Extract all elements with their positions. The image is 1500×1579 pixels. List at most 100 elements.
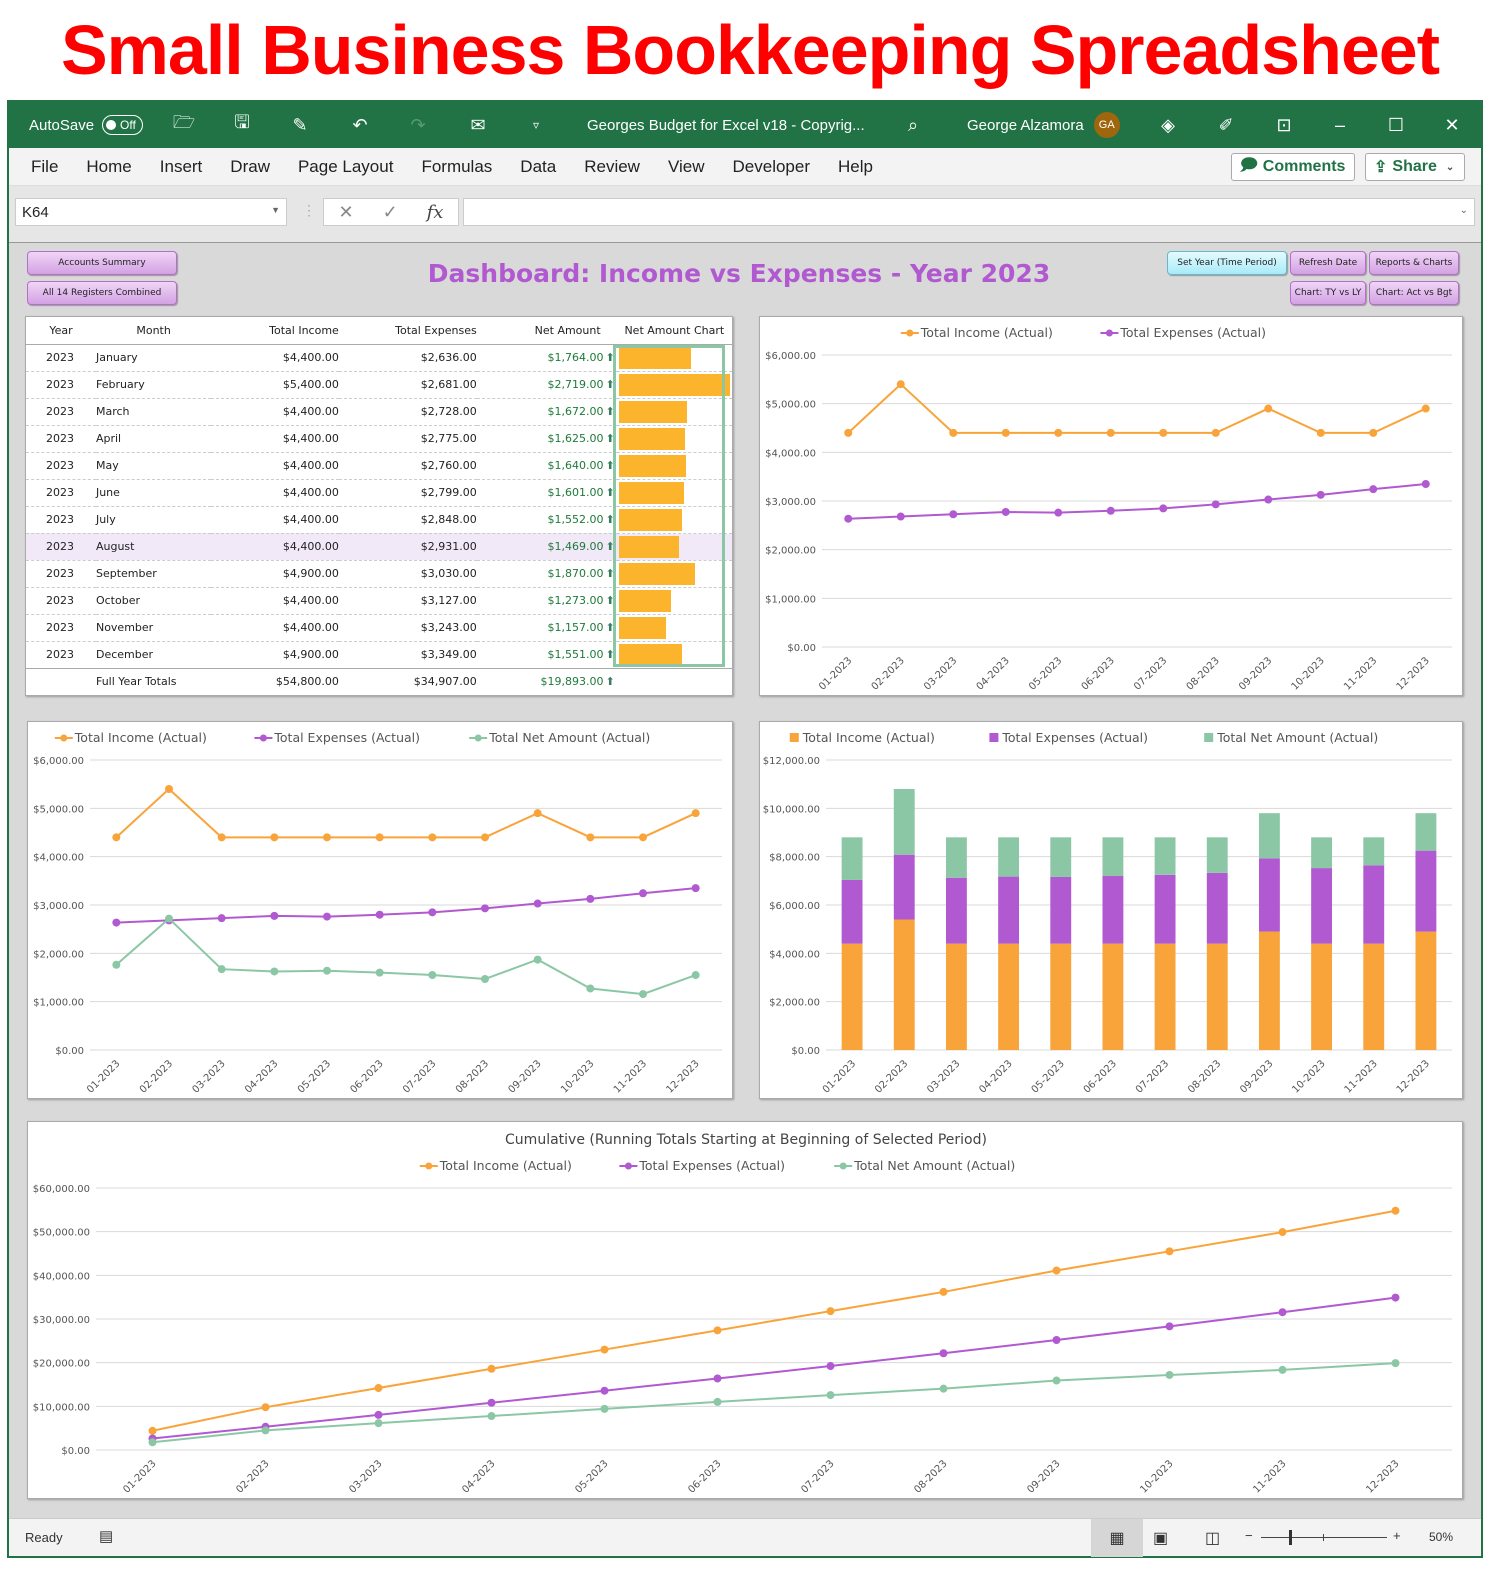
cell-net[interactable]: $1,640.00 ⬆ <box>476 452 617 480</box>
cell-income[interactable]: $4,400.00 <box>211 344 339 372</box>
menu-help[interactable]: Help <box>838 157 873 177</box>
menu-page-layout[interactable]: Page Layout <box>298 157 393 177</box>
cell-expenses[interactable]: $2,760.00 <box>338 452 477 480</box>
chart-ty-ly-button[interactable]: Chart: TY vs LY <box>1290 281 1366 305</box>
cell-net-chart[interactable] <box>616 398 732 426</box>
cell-year[interactable]: 2023 <box>26 560 96 588</box>
cell-income[interactable]: $4,400.00 <box>211 398 339 426</box>
cell-month[interactable]: June <box>95 479 212 507</box>
cell-net-chart[interactable] <box>616 506 732 534</box>
autosave[interactable]: AutoSave Off <box>29 102 143 148</box>
table-row[interactable]: 2023 May $4,400.00 $2,760.00 $1,640.00 ⬆ <box>26 452 732 480</box>
ribbon-display-icon[interactable]: ⊡ <box>1273 114 1295 136</box>
menu-review[interactable]: Review <box>584 157 640 177</box>
menu-home[interactable]: Home <box>86 157 131 177</box>
reports-charts-button[interactable]: Reports & Charts <box>1369 251 1459 275</box>
table-row[interactable]: 2023 March $4,400.00 $2,728.00 $1,672.00 ⬆ <box>26 398 732 426</box>
table-row[interactable]: 2023 October $4,400.00 $3,127.00 $1,273.00 ⬆ <box>26 587 732 615</box>
page-break-view-icon[interactable]: ◫ <box>1205 1528 1220 1548</box>
save-as-icon[interactable]: ✎ <box>289 114 311 136</box>
table-row[interactable]: 2023 February $5,400.00 $2,681.00 $2,719.00 ⬆ <box>26 371 732 399</box>
cell-net-chart[interactable] <box>616 587 732 615</box>
cell-net[interactable]: $1,157.00 ⬆ <box>476 614 617 642</box>
cell-month[interactable]: October <box>95 587 212 615</box>
cell-income[interactable]: $4,900.00 <box>211 641 339 669</box>
cell-income[interactable]: $4,400.00 <box>211 452 339 480</box>
menu-view[interactable]: View <box>668 157 705 177</box>
name-box[interactable]: K64 ▼ <box>15 198 287 226</box>
cell-net[interactable]: $1,273.00 ⬆ <box>476 587 617 615</box>
cell-year[interactable]: 2023 <box>26 533 96 561</box>
menu-data[interactable]: Data <box>520 157 556 177</box>
cell-month[interactable]: May <box>95 452 212 480</box>
cell-year[interactable]: 2023 <box>26 479 96 507</box>
cell-net-chart[interactable] <box>616 371 732 399</box>
cell-income[interactable]: $4,400.00 <box>211 425 339 453</box>
cell-income[interactable]: $4,400.00 <box>211 587 339 615</box>
cell-income[interactable]: $4,400.00 <box>211 614 339 642</box>
cell-income[interactable]: $4,400.00 <box>211 506 339 534</box>
cell-net-chart[interactable] <box>616 614 732 642</box>
cell-net-chart[interactable] <box>616 533 732 561</box>
cell-year[interactable]: 2023 <box>26 398 96 426</box>
cell-year[interactable]: 2023 <box>26 614 96 642</box>
all-registers-button[interactable]: All 14 Registers Combined <box>27 281 177 305</box>
cell-month[interactable]: September <box>95 560 212 588</box>
cell-expenses[interactable]: $3,127.00 <box>338 587 477 615</box>
table-row[interactable]: 2023 January $4,400.00 $2,636.00 $1,764.00 ⬆ <box>26 344 732 372</box>
cell-expenses[interactable]: $2,848.00 <box>338 506 477 534</box>
cell-month[interactable]: February <box>95 371 212 399</box>
total-net[interactable]: $19,893.00 ⬆ <box>476 667 617 695</box>
cell-net-chart[interactable] <box>616 479 732 507</box>
autosave-toggle[interactable]: Off <box>102 115 143 135</box>
total-income[interactable]: $54,800.00 <box>211 667 339 695</box>
cell-expenses[interactable]: $2,799.00 <box>338 479 477 507</box>
cell-expenses[interactable]: $2,931.00 <box>338 533 477 561</box>
cell-year[interactable]: 2023 <box>26 371 96 399</box>
customize-qat-icon[interactable]: ▿ <box>525 114 547 136</box>
total-expenses[interactable]: $34,907.00 <box>338 667 477 695</box>
open-folder-icon[interactable]: 🗁 <box>173 112 195 136</box>
undo-icon[interactable]: ↶ <box>349 114 371 136</box>
cell-income[interactable]: $4,400.00 <box>211 479 339 507</box>
totals-row[interactable]: Full Year Totals $54,800.00 $34,907.00 $19,… <box>26 667 732 695</box>
zoom-slider[interactable] <box>1261 1530 1387 1545</box>
cell-expenses[interactable]: $3,243.00 <box>338 614 477 642</box>
accounts-summary-button[interactable]: Accounts Summary <box>27 251 177 275</box>
diamond-icon[interactable]: ◈ <box>1157 114 1179 136</box>
cell-income[interactable]: $5,400.00 <box>211 371 339 399</box>
menu-file[interactable]: File <box>31 157 58 177</box>
cell-net-chart[interactable] <box>616 425 732 453</box>
cell-expenses[interactable]: $3,030.00 <box>338 560 477 588</box>
cell-year[interactable]: 2023 <box>26 641 96 669</box>
cell-net-chart[interactable] <box>616 344 732 372</box>
cell-net[interactable]: $2,719.00 ⬆ <box>476 371 617 399</box>
accessibility-icon[interactable]: ▤ <box>99 1527 113 1545</box>
cell-year[interactable]: 2023 <box>26 506 96 534</box>
zoom-in-button[interactable]: + <box>1393 1528 1401 1543</box>
close-icon[interactable]: ✕ <box>1441 114 1463 136</box>
cell-expenses[interactable]: $2,636.00 <box>338 344 477 372</box>
cell-expenses[interactable]: $2,681.00 <box>338 371 477 399</box>
save-icon[interactable]: 🖫 <box>231 112 253 136</box>
menu-formulas[interactable]: Formulas <box>421 157 492 177</box>
cell-net[interactable]: $1,551.00 ⬆ <box>476 641 617 669</box>
maximize-icon[interactable]: ☐ <box>1385 114 1407 136</box>
cell-month[interactable]: April <box>95 425 212 453</box>
cell-net[interactable]: $1,601.00 ⬆ <box>476 479 617 507</box>
normal-view-button[interactable]: ▦ <box>1091 1519 1143 1557</box>
minimize-icon[interactable]: – <box>1329 114 1351 136</box>
table-row[interactable]: 2023 April $4,400.00 $2,775.00 $1,625.00 ⬆ <box>26 425 732 453</box>
insert-function-icon[interactable]: fx <box>427 202 444 223</box>
formula-input[interactable]: ⌄ <box>463 198 1475 226</box>
table-row[interactable]: 2023 August $4,400.00 $2,931.00 $1,469.00 ⬆ <box>26 533 732 561</box>
table-row[interactable]: 2023 December $4,900.00 $3,349.00 $1,551.00 ⬆ <box>26 641 732 669</box>
pen-icon[interactable]: ✐ <box>1215 114 1237 136</box>
cell-income[interactable]: $4,900.00 <box>211 560 339 588</box>
menu-insert[interactable]: Insert <box>160 157 203 177</box>
table-row[interactable]: 2023 September $4,900.00 $3,030.00 $1,870.00… <box>26 560 732 588</box>
cell-net-chart[interactable] <box>616 452 732 480</box>
cell-net[interactable]: $1,552.00 ⬆ <box>476 506 617 534</box>
set-year-button[interactable]: Set Year (Time Period) <box>1167 251 1287 275</box>
cell-year[interactable]: 2023 <box>26 344 96 372</box>
